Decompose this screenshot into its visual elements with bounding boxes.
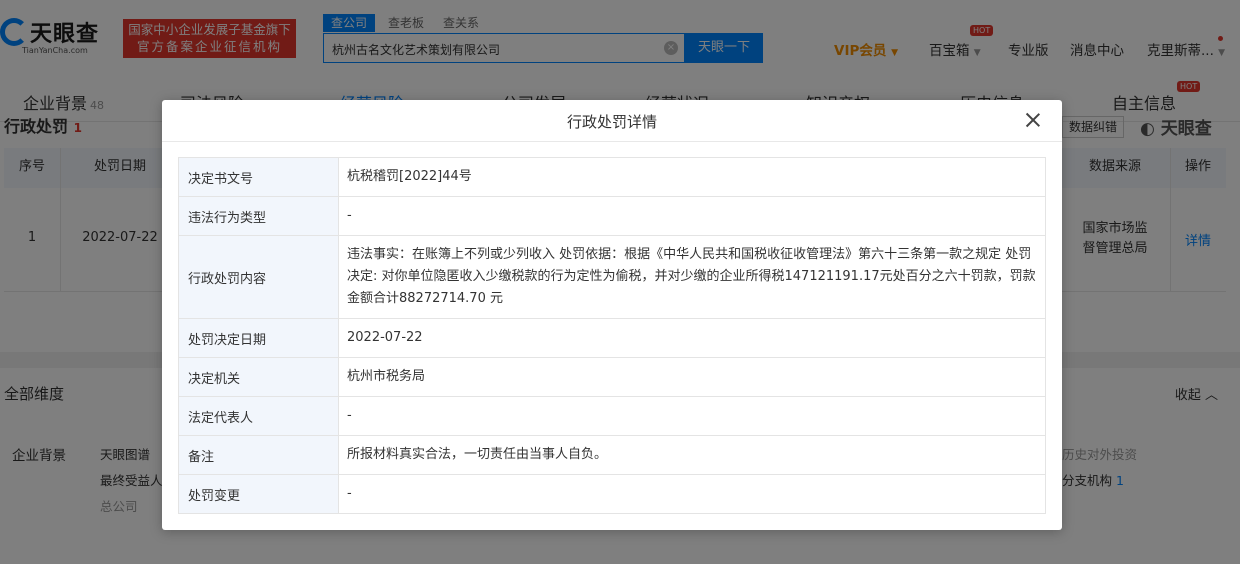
field-label: 处罚变更: [178, 474, 339, 514]
field-label: 决定书文号: [178, 157, 339, 197]
field-label: 法定代表人: [178, 396, 339, 436]
field-value: 所报材料真实合法，一切责任由当事人自负。: [338, 435, 1046, 475]
field-label: 处罚决定日期: [178, 318, 339, 358]
table-row: 备注 所报材料真实合法，一切责任由当事人自负。: [178, 435, 1046, 475]
table-row: 法定代表人 -: [178, 396, 1046, 436]
field-value: 2022-07-22: [338, 318, 1046, 358]
field-value: 杭税稽罚[2022]44号: [338, 157, 1046, 197]
detail-table: 决定书文号 杭税稽罚[2022]44号 违法行为类型 - 行政处罚内容 违法事实…: [178, 157, 1046, 514]
table-row: 行政处罚内容 违法事实：在账簿上不列或少列收入 处罚依据：根据《中华人民共和国税…: [178, 235, 1046, 319]
field-label: 违法行为类型: [178, 196, 339, 236]
field-value: 违法事实：在账簿上不列或少列收入 处罚依据：根据《中华人民共和国税收征收管理法》…: [338, 235, 1046, 319]
modal-header: 行政处罚详情: [162, 100, 1062, 142]
field-label: 备注: [178, 435, 339, 475]
close-icon[interactable]: [1024, 111, 1042, 129]
table-row: 处罚决定日期 2022-07-22: [178, 318, 1046, 358]
table-row: 决定机关 杭州市税务局: [178, 357, 1046, 397]
field-label: 决定机关: [178, 357, 339, 397]
field-value: -: [338, 396, 1046, 436]
modal-title: 行政处罚详情: [566, 113, 657, 131]
table-row: 违法行为类型 -: [178, 196, 1046, 236]
field-value: -: [338, 196, 1046, 236]
field-label: 行政处罚内容: [178, 235, 339, 319]
field-value: -: [338, 474, 1046, 514]
table-row: 决定书文号 杭税稽罚[2022]44号: [178, 157, 1046, 197]
table-row: 处罚变更 -: [178, 474, 1046, 514]
penalty-detail-modal: 行政处罚详情 决定书文号 杭税稽罚[2022]44号 违法行为类型 - 行政处罚…: [162, 100, 1062, 530]
field-value: 杭州市税务局: [338, 357, 1046, 397]
